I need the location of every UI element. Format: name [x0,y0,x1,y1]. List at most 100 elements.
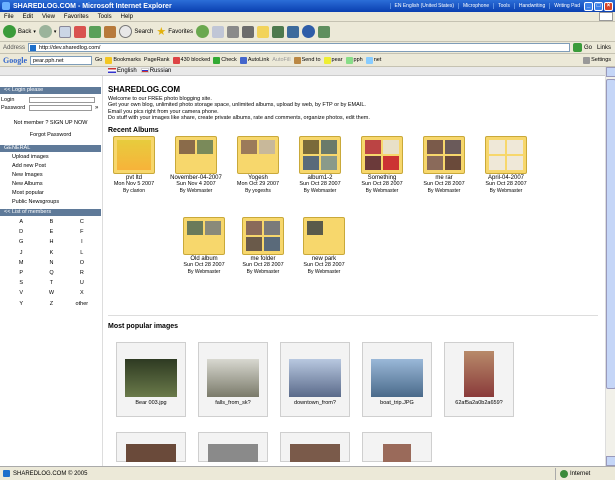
letter-r[interactable]: R [67,269,97,278]
forgot-password-link[interactable]: Forgot Password [0,132,101,138]
album-author[interactable]: By Webmaster [356,188,408,194]
album-card[interactable]: me folder Sun Oct 28 2007 By Webmaster [237,217,289,275]
google-go-button[interactable]: Go [95,57,102,63]
popular-image-card[interactable]: boat_trip.JPG [362,342,432,417]
album-author[interactable]: By Webmaster [237,269,289,275]
print-icon[interactable] [226,25,239,38]
letter-j[interactable]: J [6,249,36,258]
back-button[interactable]: Back ▾ [3,25,36,38]
letter-v[interactable]: V [6,289,36,298]
menu-tools[interactable]: Tools [98,14,112,20]
messenger-icon[interactable] [271,25,284,38]
popular-image-thumb[interactable] [383,444,411,462]
menu-view[interactable]: View [42,14,55,20]
page-icon[interactable] [59,25,72,38]
album-card[interactable]: Something Sun Oct 28 2007 By Webmaster [356,136,408,194]
album-thumbnail[interactable] [237,136,279,175]
album-author[interactable]: By clarion [108,188,160,194]
letter-w[interactable]: W [36,289,66,298]
most-popular-link[interactable]: Most popular [12,189,101,198]
popular-image-thumb[interactable] [289,359,341,397]
popular-image-thumb[interactable] [126,444,176,462]
letter-t[interactable]: T [36,279,66,288]
forward-button[interactable]: ▾ [38,25,56,38]
album-thumbnail[interactable] [113,136,155,175]
highlight-pear[interactable]: pear [323,56,343,64]
menu-edit[interactable]: Edit [23,14,33,20]
letter-x[interactable]: X [67,289,97,298]
album-card[interactable]: me rar Sun Oct 28 2007 By Webmaster [418,136,470,194]
research-icon[interactable] [286,25,299,38]
letter-other[interactable]: other [67,300,97,309]
signup-link[interactable]: Not member ? SIGN UP NOW [0,120,101,126]
album-author[interactable]: By Webmaster [294,188,346,194]
letter-y[interactable]: Y [6,300,36,309]
album-card[interactable]: Yogesh Mon Oct 29 2007 By yogeshs [232,136,284,194]
public-newsgroups-link[interactable]: Public Newsgroups [12,198,101,207]
favorites-button[interactable]: ★ Favorites [156,25,193,38]
popular-image-thumb[interactable] [207,359,259,397]
letter-k[interactable]: K [36,249,66,258]
album-card[interactable]: November-04-2007 Sun Nov 4 2007 By Webma… [170,136,222,194]
refresh-icon[interactable] [89,25,102,38]
popular-image-caption[interactable]: Bear 003.jpg [117,400,185,406]
popular-image-thumb[interactable] [208,444,258,462]
letter-a[interactable]: A [6,218,36,227]
popular-image-card[interactable] [116,432,186,462]
check-button[interactable]: Check [213,56,237,64]
album-thumbnail[interactable] [423,136,465,175]
google-search-input[interactable]: pear.pph.net [30,55,92,65]
album-author[interactable]: By Webmaster [298,269,350,275]
folder-icon[interactable] [256,25,269,38]
letter-m[interactable]: M [6,259,36,268]
letter-l[interactable]: L [67,249,97,258]
close-button[interactable]: × [604,1,613,11]
letter-c[interactable]: C [67,218,97,227]
letter-e[interactable]: E [36,228,66,237]
search-button[interactable]: Search [119,25,153,38]
album-thumbnail[interactable] [303,217,345,256]
letter-o[interactable]: O [67,259,97,268]
album-thumbnail[interactable] [361,136,403,175]
menu-help[interactable]: Help [121,14,133,20]
letter-z[interactable]: Z [36,300,66,309]
popular-image-card[interactable]: falls_from_sk? [198,342,268,417]
new-images-link[interactable]: New Images [12,171,101,180]
popular-image-caption[interactable]: downtown_from? [281,400,349,406]
album-card[interactable]: Old album Sun Oct 28 2007 By Webmaster [178,217,230,275]
google-logo[interactable]: Google [3,56,27,65]
vertical-scrollbar[interactable] [605,67,615,466]
autofill-button[interactable]: AutoFill [272,57,290,63]
popular-image-thumb[interactable] [464,351,494,397]
password-input[interactable] [29,105,92,111]
letter-i[interactable]: I [67,238,97,247]
lang-russian[interactable]: Russian [140,67,171,74]
upload-images-link[interactable]: Upload images [12,153,101,162]
album-author[interactable]: By Webmaster [170,188,222,194]
stop-icon[interactable] [74,25,87,38]
popular-image-caption[interactable]: falls_from_sk? [199,400,267,406]
pagerank-indicator[interactable]: PageRank [144,57,170,63]
login-submit-icon[interactable]: » [95,105,101,111]
edit-icon[interactable] [241,25,254,38]
album-author[interactable]: By Webmaster [178,269,230,275]
lang-english[interactable]: English [108,67,137,74]
letter-n[interactable]: N [36,259,66,268]
popular-image-thumb[interactable] [371,359,423,397]
home-icon[interactable] [104,25,117,38]
scroll-down-button[interactable] [606,456,615,466]
popular-image-thumb[interactable] [290,444,340,462]
popular-image-thumb[interactable] [125,359,177,397]
send-to-button[interactable]: Send to [293,56,321,64]
minimize-button[interactable]: _ [584,1,593,11]
handwriting-button[interactable]: Handwriting [513,3,549,9]
popup-blocker-button[interactable]: 430 blocked [172,56,210,64]
album-author[interactable]: By yogeshs [232,188,284,194]
new-albums-link[interactable]: New Albums [12,180,101,189]
settings-button[interactable]: Settings [583,56,611,64]
album-thumbnail[interactable] [175,136,217,175]
autolink-button[interactable]: AutoLink [239,56,269,64]
go-button[interactable]: Go [572,43,592,52]
maximize-button[interactable]: □ [594,1,603,11]
album-thumbnail[interactable] [242,217,284,256]
